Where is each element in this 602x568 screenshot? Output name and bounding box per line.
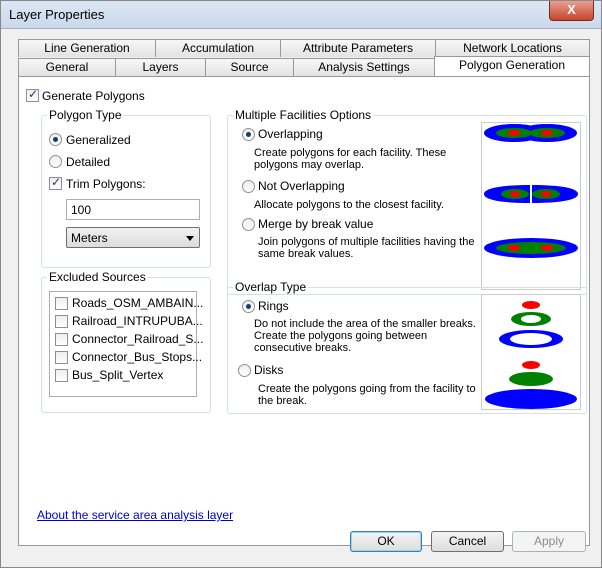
- tab-row-back: Line Generation Accumulation Attribute P…: [18, 39, 590, 57]
- tab-layers[interactable]: Layers: [115, 58, 206, 76]
- title-bar[interactable]: Layer Properties X: [1, 1, 601, 29]
- tab-attribute-parameters[interactable]: Attribute Parameters: [280, 39, 436, 57]
- merge-radio[interactable]: [242, 218, 255, 231]
- trim-polygons-checkbox[interactable]: [49, 175, 62, 190]
- disks-label: Disks: [254, 363, 284, 377]
- overlap-type-group: Overlap Type Rings Do not include the ar…: [227, 280, 587, 414]
- excluded-sources-title: Excluded Sources: [47, 270, 148, 284]
- tab-line-generation[interactable]: Line Generation: [18, 39, 156, 57]
- excluded-source-label-5: Bus_Split_Vertex: [72, 368, 164, 382]
- generalized-label: Generalized: [66, 133, 131, 147]
- trim-polygons-label: Trim Polygons:: [66, 177, 146, 191]
- overlap-rings-disks-image: [485, 301, 577, 409]
- tab-general[interactable]: General: [18, 58, 116, 76]
- detailed-radio[interactable]: [49, 155, 62, 168]
- overlapping-radio[interactable]: [242, 128, 255, 141]
- generate-polygons-label: Generate Polygons: [42, 89, 145, 103]
- tab-row-front: General Layers Source Analysis Settings …: [18, 56, 590, 76]
- merge-description: Join polygons of multiple facilities hav…: [258, 236, 475, 260]
- rings-label: Rings: [258, 299, 289, 313]
- multiple-facilities-group: Multiple Facilities Options Overlapping …: [227, 108, 587, 295]
- multiple-facilities-title: Multiple Facilities Options: [233, 108, 374, 122]
- excluded-source-checkbox-1[interactable]: [55, 297, 68, 310]
- dialog-client: Line Generation Accumulation Attribute P…: [6, 30, 596, 563]
- excluded-source-checkbox-3[interactable]: [55, 333, 68, 346]
- excluded-source-checkbox-5[interactable]: [55, 369, 68, 382]
- rings-radio[interactable]: [242, 300, 255, 313]
- excluded-source-checkbox-2[interactable]: [55, 315, 68, 328]
- excluded-source-label-3: Connector_Railroad_S...: [72, 332, 204, 346]
- excluded-source-label-1: Roads_OSM_AMBAIN...: [72, 296, 204, 310]
- disks-radio[interactable]: [238, 364, 251, 377]
- trim-units-value: Meters: [71, 231, 108, 245]
- excluded-source-label-2: Railroad_INTRUPUBA...: [72, 314, 203, 328]
- tab-accumulation[interactable]: Accumulation: [155, 39, 281, 57]
- excluded-source-checkbox-4[interactable]: [55, 351, 68, 364]
- rings-description: Do not include the area of the smaller b…: [254, 318, 476, 354]
- excluded-sources-list[interactable]: Roads_OSM_AMBAIN... Railroad_INTRUPUBA..…: [49, 291, 203, 397]
- disks-description: Create the polygons going from the facil…: [258, 383, 476, 407]
- overlap-type-title: Overlap Type: [233, 280, 309, 294]
- cancel-button[interactable]: Cancel: [431, 531, 504, 552]
- generate-polygons-checkbox[interactable]: [26, 87, 39, 102]
- tab-analysis-settings[interactable]: Analysis Settings: [293, 58, 435, 76]
- about-service-area-link[interactable]: About the service area analysis layer: [37, 508, 233, 522]
- merge-label: Merge by break value: [258, 217, 374, 231]
- overlapping-description: Create polygons for each facility. These…: [254, 147, 447, 171]
- trim-units-select[interactable]: Meters: [66, 227, 200, 248]
- layer-properties-window: Layer Properties X Line Generation Accum…: [0, 0, 602, 568]
- polygon-type-title: Polygon Type: [47, 108, 124, 122]
- not-overlapping-label: Not Overlapping: [258, 179, 345, 193]
- detailed-label: Detailed: [66, 155, 111, 169]
- ok-button[interactable]: OK: [350, 531, 422, 552]
- excluded-source-label-4: Connector_Bus_Stops...: [72, 350, 203, 364]
- polygon-type-group: Polygon Type Generalized Detailed Trim P…: [41, 108, 211, 268]
- tab-network-locations[interactable]: Network Locations: [435, 39, 590, 57]
- trim-distance-input[interactable]: 100: [66, 199, 200, 220]
- overlap-illustration: [481, 294, 581, 410]
- generalized-radio[interactable]: [49, 133, 62, 146]
- not-overlapping-description: Allocate polygons to the closest facilit…: [254, 199, 444, 211]
- apply-button[interactable]: Apply: [512, 531, 586, 552]
- not-overlapping-radio[interactable]: [242, 180, 255, 193]
- facilities-illustration: [481, 122, 581, 290]
- facility-polygons-image: [484, 124, 578, 258]
- tab-source[interactable]: Source: [205, 58, 294, 76]
- overlapping-label: Overlapping: [258, 127, 323, 141]
- close-button[interactable]: X: [549, 1, 594, 21]
- chevron-down-icon: [186, 236, 194, 241]
- tab-polygon-generation[interactable]: Polygon Generation: [434, 56, 590, 76]
- polygon-generation-panel: Generate Polygons Polygon Type Generaliz…: [18, 76, 590, 546]
- window-title: Layer Properties: [9, 7, 105, 22]
- excluded-sources-group: Excluded Sources Roads_OSM_AMBAIN... Rai…: [41, 270, 211, 413]
